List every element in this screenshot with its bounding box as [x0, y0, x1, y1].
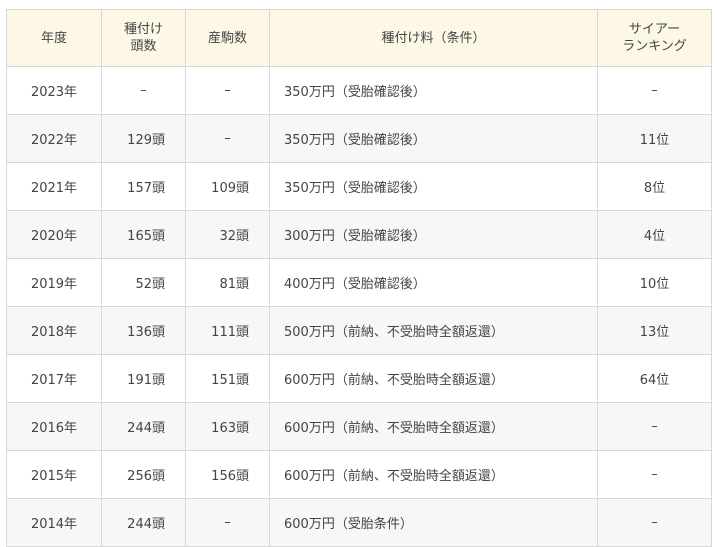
cell-fee: 400万円（受胎確認後） [269, 258, 598, 307]
table-row: 2021年 157頭 109頭 350万円（受胎確認後） 8位 [6, 162, 712, 211]
cell-year: 2021年 [6, 162, 102, 211]
cell-ranking: 11位 [597, 114, 712, 163]
cell-year: 2017年 [6, 354, 102, 403]
cell-breeding-count: 256頭 [101, 450, 186, 499]
cell-fee: 500万円（前納、不受胎時全額返還） [269, 306, 598, 355]
cell-foal-count: 151頭 [185, 354, 270, 403]
cell-year: 2020年 [6, 210, 102, 259]
table-row: 2018年 136頭 111頭 500万円（前納、不受胎時全額返還） 13位 [6, 306, 712, 355]
cell-year: 2022年 [6, 114, 102, 163]
cell-fee: 600万円（前納、不受胎時全額返還） [269, 354, 598, 403]
cell-foal-count: 111頭 [185, 306, 270, 355]
cell-foal-count: – [185, 114, 270, 163]
cell-year: 2015年 [6, 450, 102, 499]
cell-breeding-count: 165頭 [101, 210, 186, 259]
table-row: 2019年 52頭 81頭 400万円（受胎確認後） 10位 [6, 258, 712, 307]
cell-breeding-count: 136頭 [101, 306, 186, 355]
cell-ranking: – [597, 66, 712, 115]
cell-foal-count: 156頭 [185, 450, 270, 499]
cell-year: 2018年 [6, 306, 102, 355]
cell-fee: 600万円（前納、不受胎時全額返還） [269, 450, 598, 499]
cell-ranking: 10位 [597, 258, 712, 307]
header-fee: 種付け料（条件） [269, 9, 598, 67]
table-row: 2017年 191頭 151頭 600万円（前納、不受胎時全額返還） 64位 [6, 354, 712, 403]
table-row: 2014年 244頭 – 600万円（受胎条件） – [6, 498, 712, 547]
cell-ranking: 4位 [597, 210, 712, 259]
cell-breeding-count: 52頭 [101, 258, 186, 307]
cell-ranking: – [597, 498, 712, 547]
header-foal-count: 産駒数 [185, 9, 270, 67]
cell-breeding-count: 191頭 [101, 354, 186, 403]
cell-breeding-count: – [101, 66, 186, 115]
cell-ranking: – [597, 402, 712, 451]
cell-year: 2023年 [6, 66, 102, 115]
cell-foal-count: 81頭 [185, 258, 270, 307]
table-row: 2020年 165頭 32頭 300万円（受胎確認後） 4位 [6, 210, 712, 259]
header-breeding-count: 種付け 頭数 [101, 9, 186, 67]
table-row: 2023年 – – 350万円（受胎確認後） – [6, 66, 712, 115]
cell-foal-count: – [185, 66, 270, 115]
cell-foal-count: 109頭 [185, 162, 270, 211]
cell-foal-count: 32頭 [185, 210, 270, 259]
cell-year: 2016年 [6, 402, 102, 451]
cell-fee: 350万円（受胎確認後） [269, 114, 598, 163]
header-breeding-count-line2: 頭数 [130, 39, 157, 54]
cell-ranking: – [597, 450, 712, 499]
cell-breeding-count: 244頭 [101, 498, 186, 547]
table-row: 2022年 129頭 – 350万円（受胎確認後） 11位 [6, 114, 712, 163]
cell-year: 2019年 [6, 258, 102, 307]
header-ranking-line2: ランキング [622, 39, 687, 54]
cell-fee: 600万円（受胎条件） [269, 498, 598, 547]
cell-breeding-count: 244頭 [101, 402, 186, 451]
cell-foal-count: – [185, 498, 270, 547]
header-ranking: サイアー ランキング [597, 9, 712, 67]
cell-breeding-count: 157頭 [101, 162, 186, 211]
stud-record-table: 年度 種付け 頭数 産駒数 種付け料（条件） サイアー ランキング 2023年 … [6, 9, 712, 547]
header-ranking-line1: サイアー [628, 22, 681, 37]
cell-fee: 350万円（受胎確認後） [269, 66, 598, 115]
cell-fee: 350万円（受胎確認後） [269, 162, 598, 211]
cell-fee: 300万円（受胎確認後） [269, 210, 598, 259]
cell-breeding-count: 129頭 [101, 114, 186, 163]
table-row: 2015年 256頭 156頭 600万円（前納、不受胎時全額返還） – [6, 450, 712, 499]
cell-fee: 600万円（前納、不受胎時全額返還） [269, 402, 598, 451]
header-breeding-count-line1: 種付け [123, 22, 163, 37]
header-year: 年度 [6, 9, 102, 67]
cell-ranking: 8位 [597, 162, 712, 211]
cell-year: 2014年 [6, 498, 102, 547]
table-header-row: 年度 種付け 頭数 産駒数 種付け料（条件） サイアー ランキング [6, 9, 712, 67]
table-row: 2016年 244頭 163頭 600万円（前納、不受胎時全額返還） – [6, 402, 712, 451]
cell-foal-count: 163頭 [185, 402, 270, 451]
cell-ranking: 64位 [597, 354, 712, 403]
cell-ranking: 13位 [597, 306, 712, 355]
